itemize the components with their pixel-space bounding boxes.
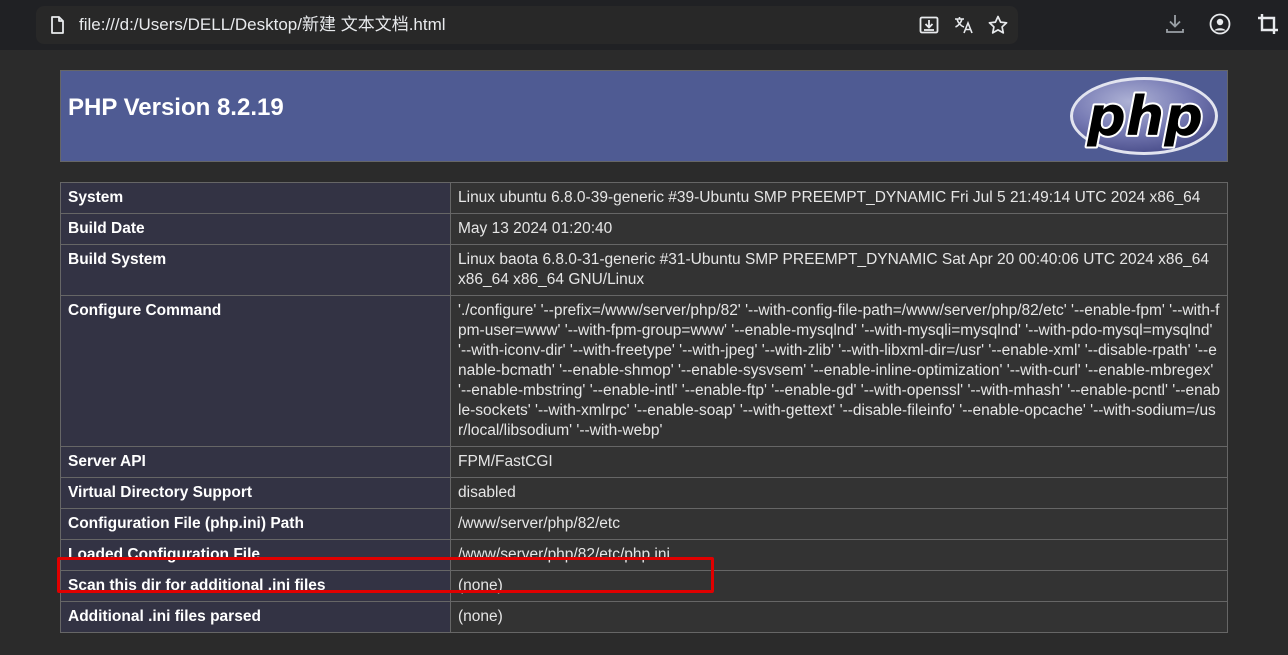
row-value-configure-command: './configure' '--prefix=/www/server/php/… [450,295,1228,447]
address-bar[interactable]: file:///d:/Users/DELL/Desktop/新建 文本文档.ht… [36,6,1018,44]
php-logo-text-fill: php [1086,85,1203,148]
row-value-additional-ini-files: (none) [450,601,1228,633]
row-key-virtual-directory-support: Virtual Directory Support [60,477,451,509]
table-row: Loaded Configuration File /www/server/ph… [60,539,1228,571]
download-icon[interactable] [1163,12,1187,36]
table-row: Additional .ini files parsed (none) [60,601,1228,633]
phpinfo-table: System Linux ubuntu 6.8.0-39-generic #39… [60,182,1228,633]
row-value-build-system: Linux baota 6.8.0-31-generic #31-Ubuntu … [450,244,1228,296]
install-app-icon[interactable] [918,14,940,36]
table-row: Virtual Directory Support disabled [60,477,1228,509]
row-value-loaded-configuration-file: /www/server/php/82/etc/php.ini [450,539,1228,571]
row-value-system: Linux ubuntu 6.8.0-39-generic #39-Ubuntu… [450,182,1228,214]
table-row: Configure Command './configure' '--prefi… [60,295,1228,447]
table-row: Configuration File (php.ini) Path /www/s… [60,508,1228,540]
page-icon[interactable] [46,14,68,36]
php-version-title: PHP Version 8.2.19 [68,94,284,121]
extensions-icon[interactable] [1256,12,1280,36]
table-row: Scan this dir for additional .ini files … [60,570,1228,602]
row-value-virtual-directory-support: disabled [450,477,1228,509]
address-bar-url[interactable]: file:///d:/Users/DELL/Desktop/新建 文本文档.ht… [79,14,446,36]
row-key-scan-dir: Scan this dir for additional .ini files [60,570,451,602]
row-key-configure-command: Configure Command [60,295,451,447]
table-row: Build System Linux baota 6.8.0-31-generi… [60,244,1228,296]
php-logo[interactable]: php php [1068,75,1220,157]
translate-icon[interactable] [953,14,975,36]
table-row: Build Date May 13 2024 01:20:40 [60,213,1228,245]
php-version-header: PHP Version 8.2.19 php php [60,70,1228,162]
profile-icon[interactable] [1208,12,1232,36]
row-key-additional-ini-files: Additional .ini files parsed [60,601,451,633]
table-row: Server API FPM/FastCGI [60,446,1228,478]
row-value-configuration-file-path: /www/server/php/82/etc [450,508,1228,540]
row-value-server-api: FPM/FastCGI [450,446,1228,478]
row-value-build-date: May 13 2024 01:20:40 [450,213,1228,245]
row-key-build-system: Build System [60,244,451,296]
row-key-server-api: Server API [60,446,451,478]
row-key-build-date: Build Date [60,213,451,245]
row-key-system: System [60,182,451,214]
table-row: System Linux ubuntu 6.8.0-39-generic #39… [60,182,1228,214]
bookmark-star-icon[interactable] [987,14,1009,36]
row-key-loaded-configuration-file: Loaded Configuration File [60,539,451,571]
row-value-scan-dir: (none) [450,570,1228,602]
browser-toolbar: file:///d:/Users/DELL/Desktop/新建 文本文档.ht… [0,0,1288,50]
row-key-configuration-file-path: Configuration File (php.ini) Path [60,508,451,540]
